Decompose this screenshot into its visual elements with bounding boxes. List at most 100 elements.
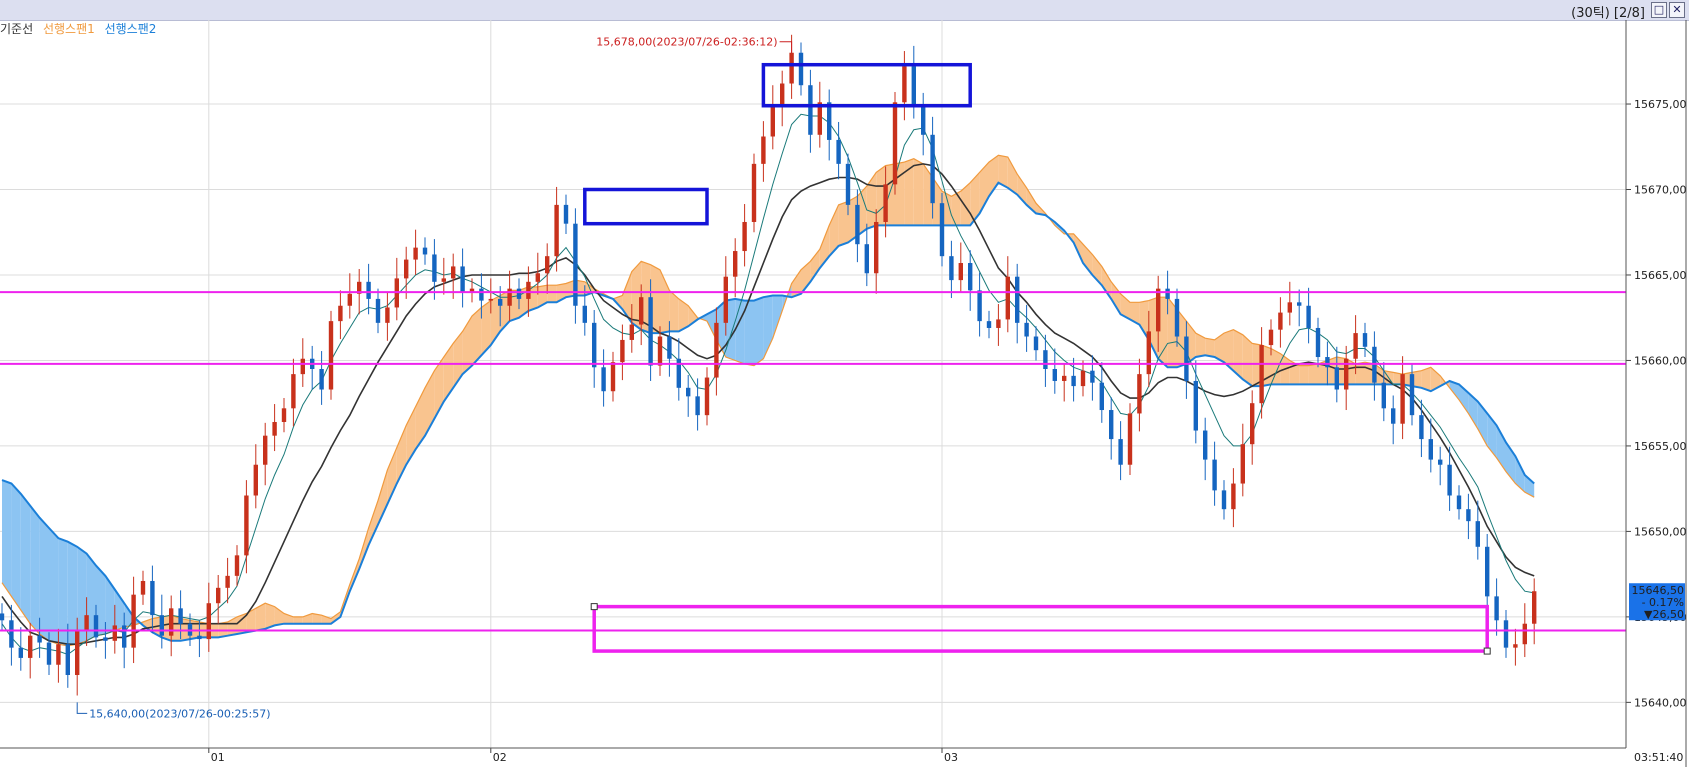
candle-body	[742, 221, 747, 252]
candle-body	[1268, 329, 1274, 346]
candle-body	[1231, 483, 1236, 510]
axis-layer: 15640,0015645,0015650,0015655,0015660,00…	[0, 20, 1687, 767]
candle-body	[1428, 439, 1433, 460]
candle-body	[1043, 350, 1048, 369]
candle-body	[1071, 375, 1076, 387]
box-handle	[590, 603, 598, 611]
candle-body	[1127, 413, 1133, 465]
cloud-segment	[838, 201, 848, 246]
candle-body	[845, 163, 851, 205]
cloud-segment	[1111, 281, 1121, 315]
candle-body	[1024, 322, 1029, 337]
candle-body	[610, 362, 616, 392]
candle-body	[949, 256, 954, 281]
candle-body	[1447, 464, 1452, 496]
cloud-segment	[1205, 338, 1215, 358]
candle-body	[1109, 410, 1114, 440]
box-handle	[1483, 647, 1491, 655]
candle-body	[216, 587, 221, 604]
cloud-segment	[913, 158, 924, 226]
candle-body	[563, 204, 569, 224]
candle-body	[1005, 276, 1010, 320]
cloud-segment	[293, 616, 303, 624]
y-tick-label: 15660,00	[1634, 354, 1687, 367]
cloud-segment	[1101, 266, 1112, 299]
candle-body	[592, 322, 597, 368]
candle-body	[140, 580, 146, 595]
candle-body	[827, 102, 832, 140]
candle-body	[1080, 370, 1086, 387]
candle-body	[1193, 380, 1198, 431]
candle-body	[1090, 370, 1095, 383]
candle-body	[1334, 367, 1339, 390]
candle-body	[1325, 357, 1330, 368]
candle-body	[1494, 596, 1499, 621]
candle-body	[9, 620, 14, 648]
ichimoku-candlestick-chart[interactable]: 15,678,00(2023/07/26-02:36:12) 15,640,00(…	[0, 0, 1689, 767]
candle-body	[667, 336, 672, 359]
candle-body	[178, 608, 183, 624]
cloud-segment	[1308, 363, 1318, 385]
candle-body	[206, 603, 211, 640]
span1-line	[1, 154, 1535, 647]
cloud-segment	[547, 285, 557, 303]
candle-body	[1400, 374, 1405, 424]
candle-body	[159, 615, 164, 636]
candle-body	[1118, 439, 1123, 465]
candle-body	[1015, 276, 1020, 323]
cloud-segment	[30, 505, 40, 634]
candle-body	[864, 244, 869, 274]
y-tick-label: 15665,00	[1634, 269, 1687, 282]
candle-body	[686, 387, 691, 397]
candle-body	[1146, 331, 1151, 375]
candle-body	[112, 625, 117, 641]
candle-body	[1052, 369, 1057, 381]
annotation-leader	[76, 702, 88, 714]
candle-body	[921, 105, 926, 135]
candle-body	[281, 408, 287, 422]
cloud-segment	[810, 249, 820, 282]
candle-body	[1315, 327, 1321, 358]
y-tick-label: 15655,00	[1634, 440, 1687, 453]
candle-body	[46, 642, 52, 665]
cloud-segment	[1355, 362, 1365, 385]
candle-body	[1174, 298, 1180, 337]
candle-body	[648, 297, 653, 366]
candle-body	[1033, 336, 1039, 351]
y-tick-label: 15640,00	[1634, 696, 1687, 709]
candle-body	[629, 324, 634, 340]
cloud-segment	[39, 517, 49, 641]
cloud-segment	[11, 483, 21, 611]
candle-body	[770, 105, 775, 137]
candle-body	[836, 139, 841, 164]
candle-body	[639, 297, 644, 325]
x-tick-label: 01	[211, 751, 225, 764]
candle-body	[1240, 444, 1245, 484]
candle-body	[65, 644, 70, 676]
y-tick-label: 15670,00	[1634, 184, 1687, 197]
ichimoku-cloud-layer	[2, 155, 1535, 646]
candle-body	[18, 647, 23, 658]
candle-body	[37, 635, 42, 643]
candle-body	[1062, 375, 1067, 381]
last-price-text: ▼26,50	[1644, 608, 1684, 621]
candle-body	[657, 336, 663, 366]
candle-body	[1287, 302, 1292, 313]
cloud-segment	[744, 300, 754, 366]
candle-body	[1409, 374, 1415, 416]
candle-body	[714, 322, 719, 378]
candle-body	[874, 221, 879, 274]
candle-body	[253, 464, 258, 496]
candle-body	[488, 298, 493, 301]
candle-body	[1456, 495, 1462, 510]
candle-body	[422, 247, 428, 255]
candle-body	[1221, 490, 1227, 510]
candle-body	[338, 305, 343, 322]
y-tick-label: 15650,00	[1634, 525, 1687, 538]
annotation-leader	[779, 41, 793, 53]
candle-body	[0, 613, 5, 621]
candle-body	[56, 644, 61, 665]
cloud-segment	[754, 297, 764, 366]
candle-body	[798, 52, 804, 86]
candle-body	[883, 184, 888, 222]
